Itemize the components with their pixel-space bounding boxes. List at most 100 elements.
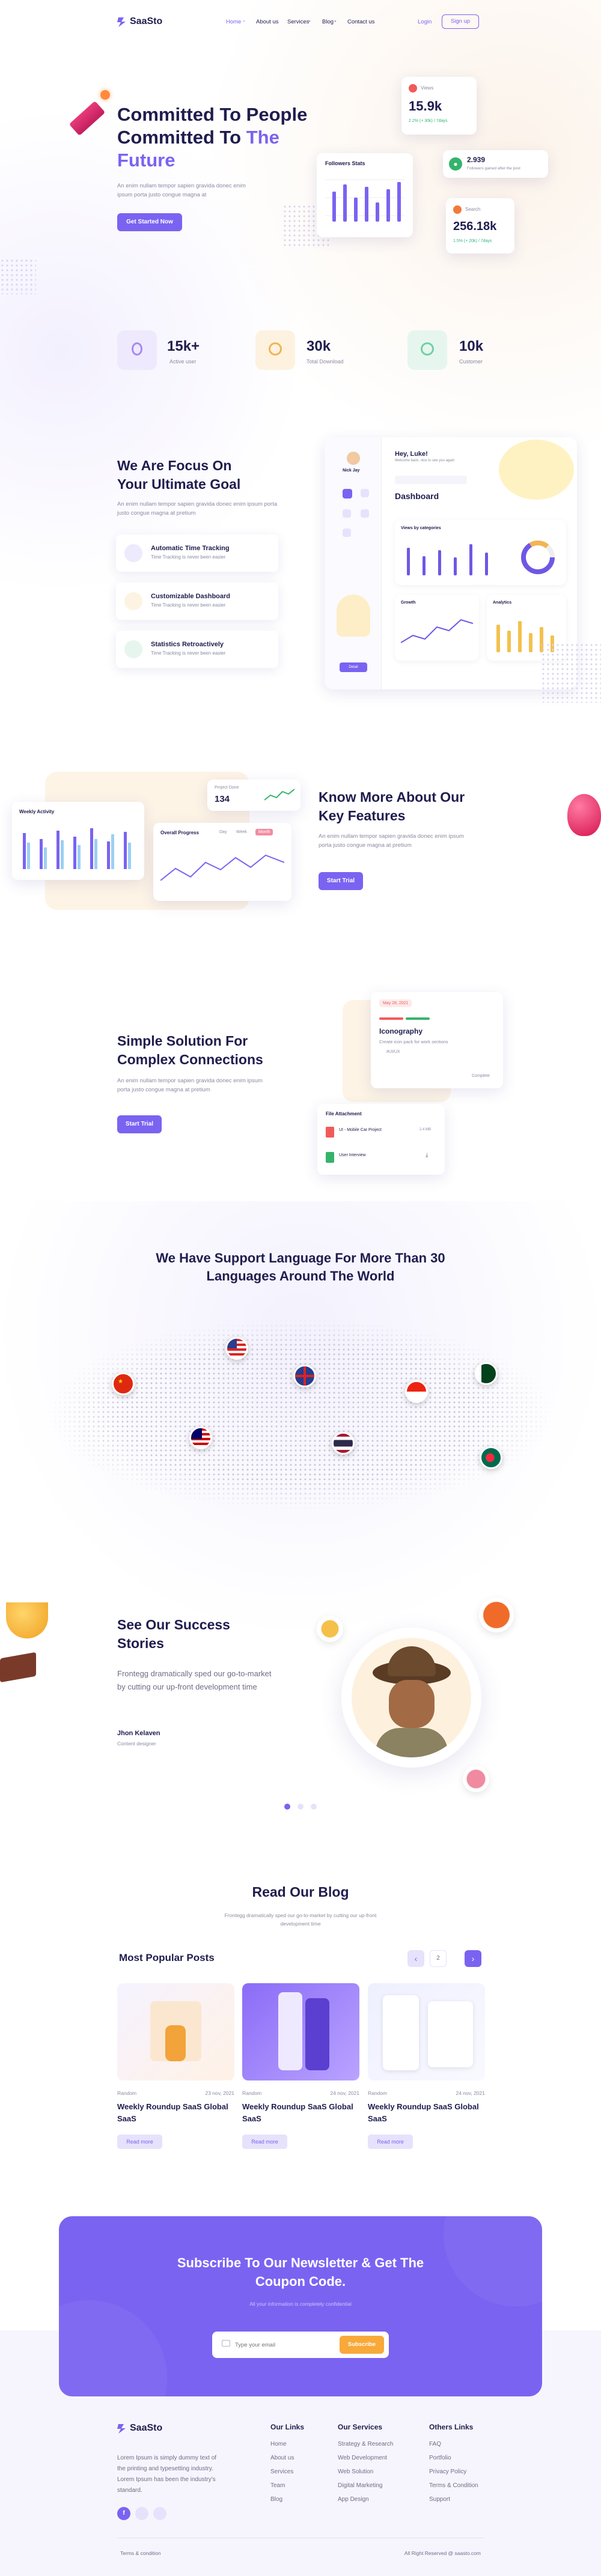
doc-file-icon — [326, 1152, 334, 1163]
footer-logo[interactable]: SaaSto — [117, 2422, 183, 2435]
search-field[interactable] — [395, 476, 467, 484]
avatar — [317, 1616, 343, 1642]
twitter-icon[interactable] — [135, 2507, 148, 2520]
nav-contact[interactable]: Contact us — [347, 19, 374, 25]
views-by-categories-panel: Views by categories — [395, 520, 566, 585]
chevron-down-icon: ⌄ — [334, 19, 337, 23]
overall-progress-card: Overall Progress Day Week Month — [153, 823, 291, 901]
nav-home[interactable]: Home — [226, 19, 241, 25]
login-link[interactable]: Login — [418, 19, 432, 25]
footer-link[interactable]: Web Solution — [338, 2468, 393, 2475]
carousel-dot-active[interactable] — [284, 1804, 290, 1810]
read-more-button[interactable]: Read more — [117, 2135, 162, 2149]
meditation-illustration — [337, 595, 370, 637]
chart-icon — [124, 640, 142, 658]
carousel-dot[interactable] — [311, 1804, 317, 1810]
file-attachment-card: File Attachment UI - Mobile Car Project … — [317, 1104, 445, 1175]
man-illustration — [499, 440, 574, 500]
footer-link[interactable]: Terms & Condition — [429, 2482, 478, 2489]
footer-link[interactable]: Web Development — [338, 2455, 393, 2461]
avatar — [479, 1598, 514, 1632]
flag-usa — [225, 1337, 248, 1360]
dashboard-icon — [124, 592, 142, 610]
avatar — [463, 1766, 489, 1792]
firecracker-illustration — [69, 90, 115, 136]
views-card: Views 15.9k 2.2% (+ 30k) / 7days — [401, 77, 477, 135]
logo[interactable]: SaaSto — [117, 15, 183, 28]
flag-pakistan — [475, 1362, 498, 1385]
feature-statistics: Statistics Retroactively Time Tracking is… — [116, 631, 278, 668]
post-image — [117, 1983, 234, 2080]
chevron-down-icon: ⌄ — [308, 19, 311, 23]
feature-dashboard: Customizable Dashboard Time Tracking is n… — [116, 583, 278, 620]
newsletter-subtitle: All your information is completely confi… — [249, 2301, 352, 2307]
blog-description: Frontegg dramatically sped our go-to-mar… — [224, 1912, 377, 1927]
footer-link[interactable]: FAQ — [429, 2441, 478, 2447]
flag-china: ★ — [112, 1372, 135, 1395]
avatar — [347, 452, 360, 465]
chevron-down-icon: ⌄ — [242, 19, 246, 23]
footer-link[interactable]: Portfolio — [429, 2455, 478, 2461]
languages-title: We Have Support Language For More Than 3… — [156, 1250, 445, 1283]
start-trial-button[interactable]: Start Trial — [117, 1115, 162, 1133]
footer-link[interactable]: Support — [429, 2496, 478, 2503]
read-more-button[interactable]: Read more — [368, 2135, 413, 2149]
footer-link[interactable]: Privacy Policy — [429, 2468, 478, 2475]
testimonial-role: Content designer — [117, 1741, 156, 1747]
page-number[interactable]: 2 — [430, 1950, 447, 1967]
facebook-icon[interactable]: f — [117, 2507, 130, 2520]
instagram-icon[interactable] — [153, 2507, 166, 2520]
testimonial-avatar — [352, 1638, 471, 1757]
clock-icon — [124, 544, 142, 562]
subscribe-button[interactable]: Subscribe — [340, 2336, 384, 2354]
weekly-bar-chart — [23, 828, 131, 869]
download-icon[interactable]: ⤓ — [426, 1152, 428, 1159]
terms-link[interactable]: Terms & condition — [120, 2550, 161, 2556]
user-icon — [117, 330, 157, 370]
hero-description: An enim nullam tempor sapien gravida don… — [117, 183, 246, 198]
nav-blog[interactable]: Blog — [322, 19, 334, 25]
footer-description: Lorem Ipsum is simply dummy text of the … — [117, 2455, 217, 2494]
footer-link[interactable]: App Design — [338, 2496, 393, 2503]
next-page-button[interactable]: › — [465, 1950, 481, 1967]
flag-uk — [293, 1365, 316, 1387]
footer-link[interactable]: Digital Marketing — [338, 2482, 393, 2489]
read-more-button[interactable]: Read more — [242, 2135, 287, 2149]
footer-link[interactable]: Strategy & Research — [338, 2441, 393, 2447]
post-image — [368, 1983, 485, 2080]
mail-icon — [222, 2340, 230, 2347]
download-icon — [255, 330, 295, 370]
copyright: All Right Reserved @ saasto.com — [404, 2550, 481, 2556]
solution-title: Simple Solution For Complex Connections — [117, 1033, 263, 1067]
footer-link[interactable]: Home — [270, 2441, 304, 2447]
newsletter-title: Subscribe To Our Newsletter & Get The Cou… — [177, 2255, 424, 2289]
project-done-card: Project Done 134 — [207, 780, 300, 811]
nav-services[interactable]: Services — [287, 19, 309, 25]
newsletter-form: Subscribe — [212, 2332, 389, 2358]
nav-about[interactable]: About us — [256, 19, 279, 25]
followers-bar-chart — [325, 179, 404, 222]
email-input[interactable] — [235, 2339, 325, 2351]
signup-button[interactable]: Sign up — [442, 14, 479, 29]
footer-others-col: Others Links FAQ Portfolio Privacy Polic… — [429, 2423, 478, 2503]
blog-title: Read Our Blog — [252, 1884, 349, 1900]
search-card: Search 256.18k 1.5% (+ 20k) / 7days — [446, 198, 514, 253]
footer-link[interactable]: Services — [270, 2468, 304, 2475]
footer-link[interactable]: Team — [270, 2482, 304, 2489]
prev-page-button[interactable]: ‹ — [407, 1950, 424, 1967]
balloon-illustration — [567, 794, 601, 836]
start-trial-button[interactable]: Start Trial — [319, 872, 363, 890]
key-features-title: Know More About Our Key Features — [319, 789, 465, 823]
dashboard-sidebar: Nick Jay Detail — [325, 437, 382, 689]
task-card: May 28, 2021 Iconography Create icon pac… — [371, 992, 503, 1088]
footer-links-col: Our Links Home About us Services Team Bl… — [270, 2423, 305, 2503]
popular-posts-title: Most Popular Posts — [119, 1952, 215, 1963]
pdf-file-icon — [326, 1127, 334, 1138]
carousel-dot[interactable] — [297, 1804, 304, 1810]
growth-panel: Growth — [395, 595, 479, 661]
footer-link[interactable]: About us — [270, 2455, 304, 2461]
logo-icon — [117, 17, 126, 27]
footer-link[interactable]: Blog — [270, 2496, 304, 2503]
get-started-button[interactable]: Get Started Now — [117, 213, 182, 231]
users-gained-card: ● 2.939 Followers gained after the post — [443, 150, 548, 178]
